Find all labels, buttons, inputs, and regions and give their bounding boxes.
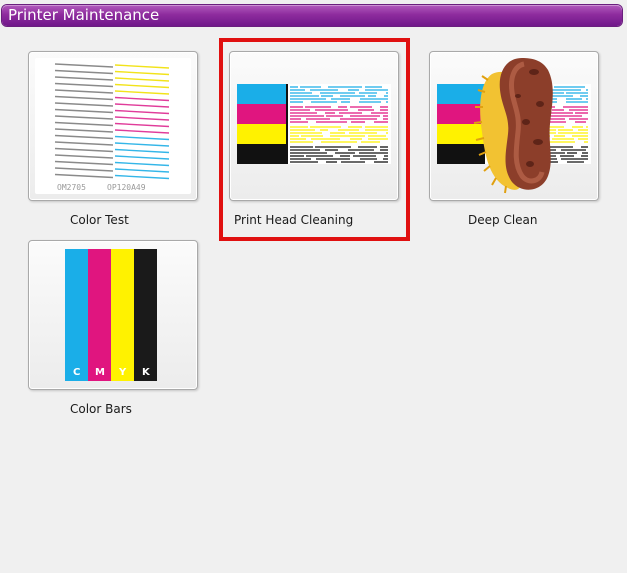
print-head-cleaning-tile[interactable] bbox=[229, 51, 399, 201]
magenta-bar bbox=[88, 249, 111, 381]
bar-letter-c: C bbox=[73, 367, 80, 378]
color-bars-tile[interactable]: C M Y K bbox=[28, 240, 198, 390]
test-code-right: OP120A49 bbox=[107, 183, 146, 192]
yellow-bar bbox=[111, 249, 134, 381]
color-bars-label[interactable]: Color Bars bbox=[70, 402, 132, 416]
cyan-bar bbox=[65, 249, 88, 381]
print-head-cleaning-icon bbox=[237, 84, 391, 164]
deep-clean-label[interactable]: Deep Clean bbox=[468, 213, 538, 227]
bar-letter-y: Y bbox=[118, 367, 127, 378]
test-pattern-icon: OM2705 OP120A49 bbox=[35, 58, 191, 194]
bar-letter-k: K bbox=[142, 367, 151, 378]
print-head-cleaning-label[interactable]: Print Head Cleaning bbox=[234, 213, 353, 227]
black-bar bbox=[134, 249, 157, 381]
cmyk-bars-icon: C M Y K bbox=[65, 249, 157, 381]
bar-letter-m: M bbox=[95, 367, 105, 378]
title-bar: Printer Maintenance bbox=[2, 5, 622, 26]
sponge-cleaning-icon bbox=[437, 58, 591, 194]
window-title: Printer Maintenance bbox=[8, 6, 160, 24]
color-test-tile[interactable]: OM2705 OP120A49 bbox=[28, 51, 198, 201]
deep-clean-tile[interactable] bbox=[429, 51, 599, 201]
color-test-label[interactable]: Color Test bbox=[70, 213, 129, 227]
test-code-left: OM2705 bbox=[57, 183, 86, 192]
